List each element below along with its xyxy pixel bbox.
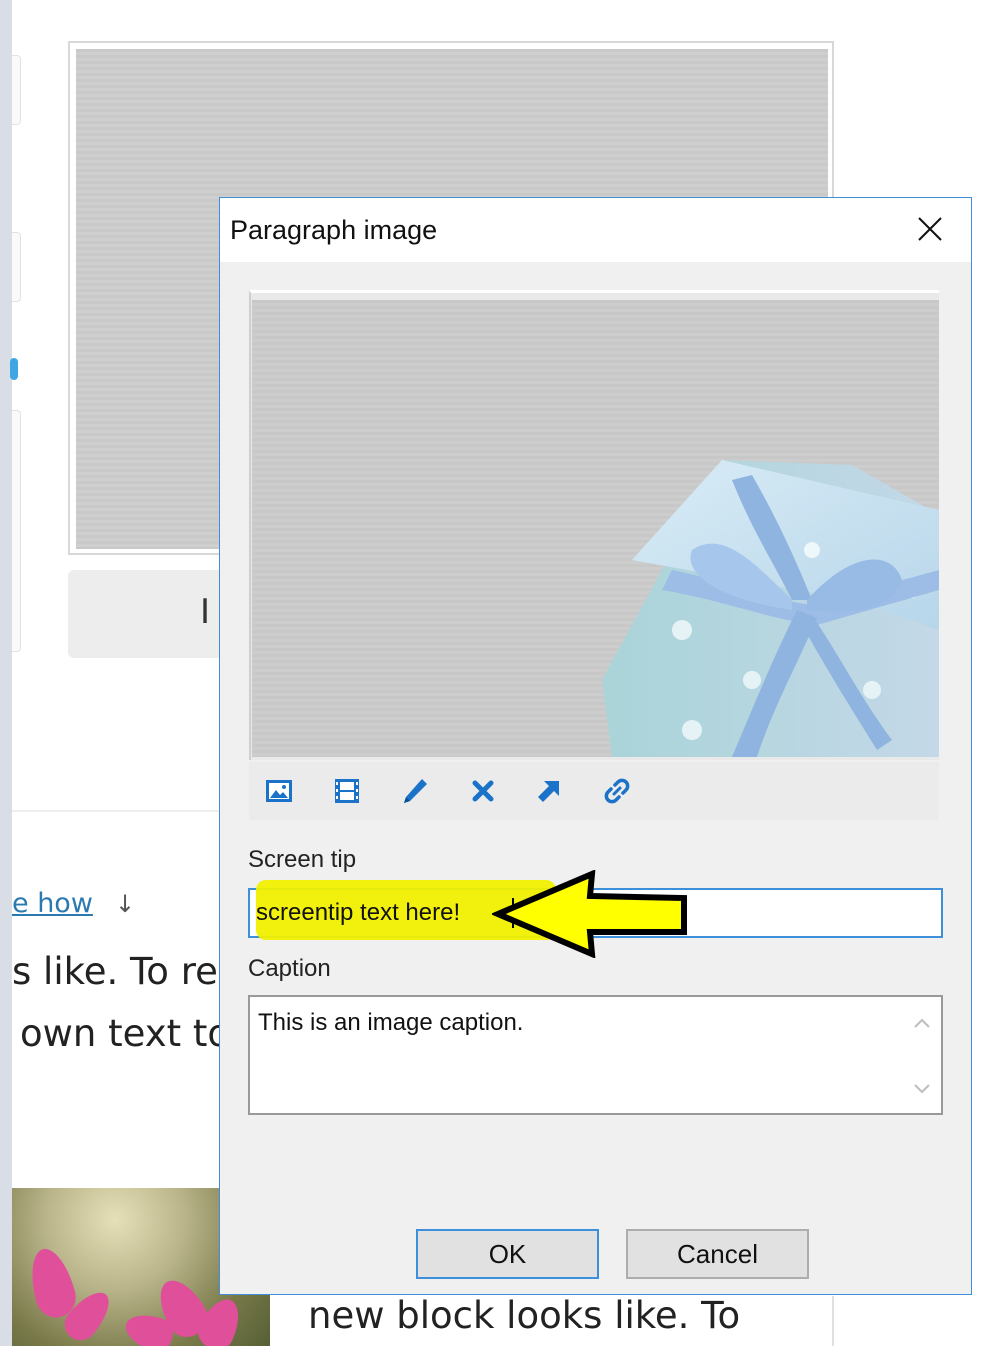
screen-tip-label: Screen tip [248, 846, 357, 873]
scroll-up-button[interactable] [905, 1003, 939, 1043]
chevron-up-icon [914, 1018, 930, 1028]
caption-textarea[interactable]: This is an image caption. [248, 995, 943, 1115]
image-toolbar [249, 762, 939, 820]
close-button[interactable] [902, 204, 958, 254]
insert-picture-icon[interactable] [264, 776, 294, 806]
screen-tip-value: screentip text here! [256, 899, 461, 926]
side-tab[interactable] [12, 232, 21, 302]
image-preview [252, 300, 939, 757]
link-icon[interactable] [602, 776, 632, 806]
page-left-border [0, 0, 12, 1346]
cancel-button[interactable]: Cancel [626, 1229, 809, 1279]
column-rule [832, 1296, 834, 1346]
side-tab[interactable] [12, 55, 21, 125]
side-tab[interactable] [12, 410, 21, 652]
chevron-down-icon [914, 1084, 930, 1094]
dialog-title: Paragraph image [230, 215, 438, 245]
background-insert-label: I [200, 592, 211, 632]
delete-icon[interactable] [468, 776, 498, 806]
open-external-icon[interactable] [534, 776, 564, 806]
scroll-down-button[interactable] [905, 1069, 939, 1109]
insert-video-icon[interactable] [332, 776, 362, 806]
body-text: s like. To re [12, 950, 218, 993]
paragraph-image-dialog: Paragraph image Screen tip screentip tex… [219, 197, 972, 1295]
gift-box-image [602, 460, 939, 757]
caption-value: This is an image caption. [258, 1009, 524, 1036]
arrow-down-icon[interactable]: ↓ [115, 890, 135, 918]
body-text: own text to [20, 1012, 231, 1055]
edit-pencil-icon[interactable] [400, 776, 430, 806]
dialog-titlebar[interactable]: Paragraph image [220, 198, 971, 262]
see-how-link[interactable]: e how [12, 888, 93, 919]
close-icon [918, 217, 942, 241]
side-indicator [10, 358, 18, 380]
caption-label: Caption [248, 955, 331, 982]
annotation-arrow-icon [492, 870, 687, 958]
ok-button[interactable]: OK [416, 1229, 599, 1279]
caption-scrollbar[interactable] [905, 999, 939, 1111]
body-text: new block looks like. To [308, 1294, 741, 1337]
